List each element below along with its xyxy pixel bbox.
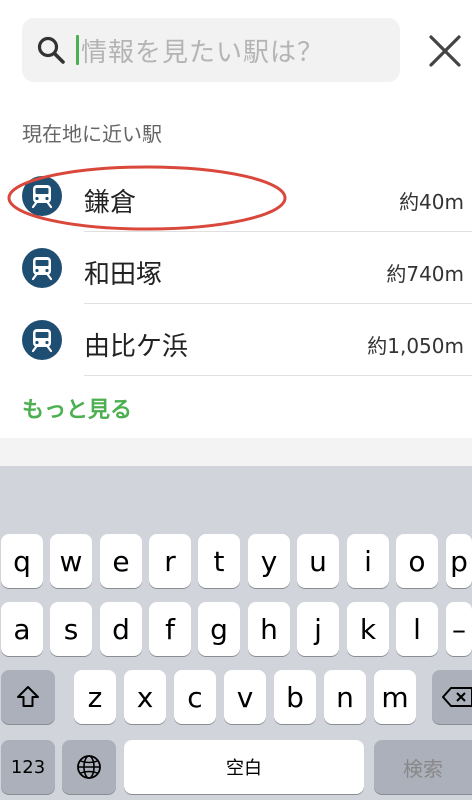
key-a[interactable]: a [1, 602, 43, 656]
key-y[interactable]: y [248, 534, 290, 588]
station-distance: 約1,050m [367, 334, 464, 358]
shift-key[interactable] [1, 670, 55, 724]
station-distance: 約740m [386, 262, 464, 286]
divider [84, 375, 472, 376]
numbers-key-label: 123 [10, 756, 46, 778]
text-caret [76, 35, 79, 65]
close-button[interactable] [420, 26, 470, 76]
key-s[interactable]: s [50, 602, 92, 656]
key-w[interactable]: w [50, 534, 92, 588]
key-v[interactable]: v [224, 670, 266, 724]
key-n[interactable]: n [324, 670, 366, 724]
key-p[interactable]: p [446, 534, 472, 588]
search-input[interactable]: 情報を見たい駅は？ [81, 32, 324, 69]
key-u[interactable]: u [297, 534, 339, 588]
key-t[interactable]: t [198, 534, 240, 588]
key-d[interactable]: d [100, 602, 142, 656]
close-icon [429, 35, 461, 67]
key-r[interactable]: r [149, 534, 191, 588]
globe-key[interactable] [62, 740, 116, 794]
key-m[interactable]: m [374, 670, 416, 724]
station-distance: 約40m [399, 190, 464, 214]
space-key[interactable]: 空白 [124, 740, 364, 794]
globe-icon [77, 755, 101, 779]
delete-icon [442, 687, 472, 707]
search-icon [37, 36, 65, 64]
delete-key[interactable] [432, 670, 472, 724]
key-g[interactable]: g [198, 602, 240, 656]
separator-band [0, 438, 472, 466]
key-f[interactable]: f [149, 602, 191, 656]
key-b[interactable]: b [274, 670, 316, 724]
key-o[interactable]: o [396, 534, 438, 588]
search-box[interactable]: 情報を見たい駅は？ [22, 18, 400, 82]
station-item-wadazuka[interactable]: 和田塚 約740m [0, 232, 472, 304]
key-e[interactable]: e [100, 534, 142, 588]
key-j[interactable]: j [297, 602, 339, 656]
key-q[interactable]: q [1, 534, 43, 588]
train-icon [22, 176, 62, 216]
numbers-key[interactable]: 123 [1, 740, 55, 794]
key-l[interactable]: l [396, 602, 438, 656]
station-item-kamakura[interactable]: 鎌倉 約40m [0, 160, 472, 232]
shift-icon [17, 686, 39, 707]
key-i[interactable]: i [347, 534, 389, 588]
key-h[interactable]: h [248, 602, 290, 656]
station-name: 和田塚 [84, 260, 163, 290]
keyboard: q w e r t y u i o p a s d f g h j k l – … [0, 466, 472, 800]
train-icon [22, 320, 62, 360]
key-x[interactable]: x [124, 670, 166, 724]
station-list: 鎌倉 約40m 和田塚 約740m 由比ケ浜 約1,050m [0, 160, 472, 376]
train-icon [22, 248, 62, 288]
nearby-section-title: 現在地に近い駅 [22, 122, 162, 146]
station-name: 鎌倉 [84, 188, 137, 218]
station-name: 由比ケ浜 [84, 332, 189, 362]
key-c[interactable]: c [174, 670, 216, 724]
key-dash[interactable]: – [446, 602, 472, 656]
search-key-label: 検索 [403, 756, 443, 781]
station-item-yuigahama[interactable]: 由比ケ浜 約1,050m [0, 304, 472, 376]
key-z[interactable]: z [74, 670, 116, 724]
more-stations-link[interactable]: もっと見る [22, 392, 132, 424]
search-key[interactable]: 検索 [374, 740, 472, 794]
key-k[interactable]: k [347, 602, 389, 656]
space-key-label: 空白 [226, 758, 262, 779]
